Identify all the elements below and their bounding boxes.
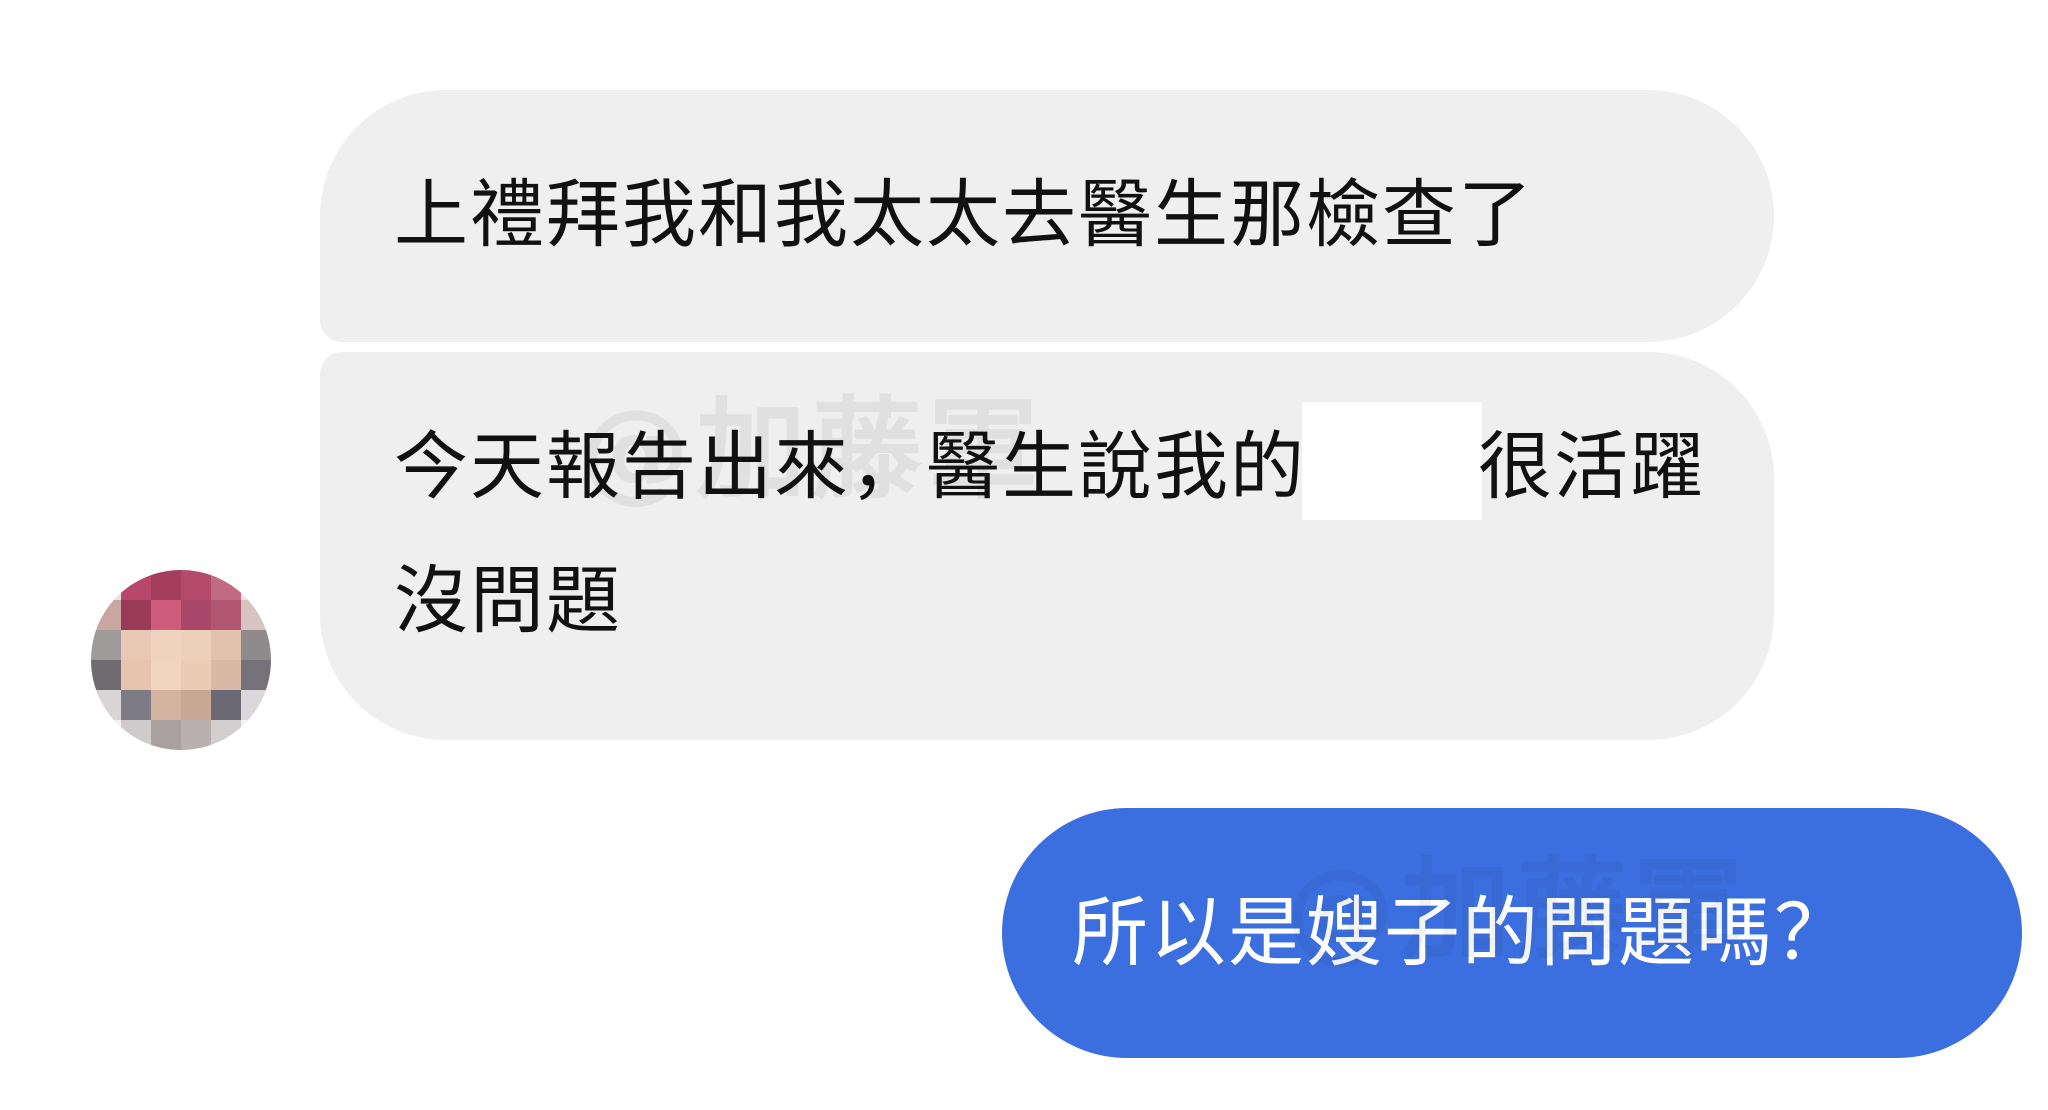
sent-message-text: 所以是嫂子的問題嗎？: [1072, 888, 1852, 977]
received-message-text: 今天報告出來，醫生說我的: [394, 424, 1306, 510]
received-message-text: 上禮拜我和我太太去醫生那檢查了: [394, 172, 1534, 258]
received-message-bubble[interactable]: 今天報告出來，醫生說我的 很活躍沒問題: [320, 352, 1774, 740]
contact-avatar[interactable]: [91, 570, 271, 750]
received-message-bubble[interactable]: 上禮拜我和我太太去醫生那檢查了: [320, 90, 1774, 342]
chat-screen: 上禮拜我和我太太去醫生那檢查了 今天報告出來，醫生說我的 很活躍沒問題 所以是嫂子…: [0, 0, 2048, 1110]
redaction-block: [1302, 402, 1482, 520]
sent-message-bubble[interactable]: 所以是嫂子的問題嗎？: [1002, 808, 2022, 1058]
